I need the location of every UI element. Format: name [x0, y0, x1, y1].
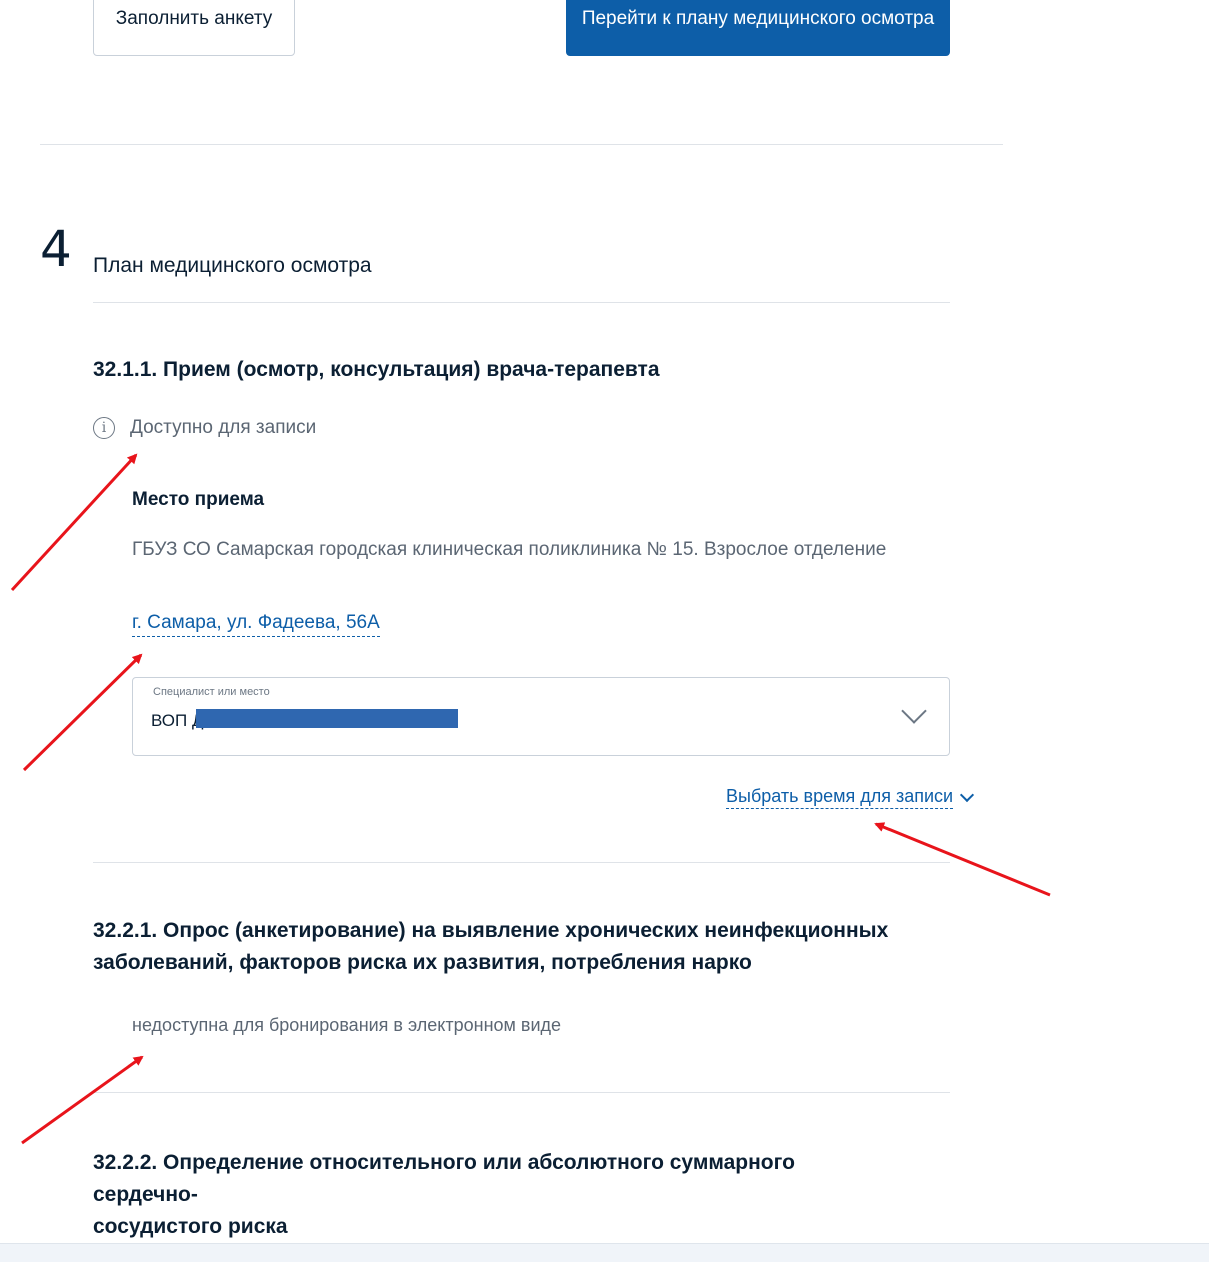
specialist-select-label: Специалист или место: [153, 686, 270, 698]
unavailable-status: недоступна для бронирования в электронно…: [132, 1015, 562, 1035]
fill-form-button-label: Заполнить анкету: [115, 8, 273, 29]
annotation-arrow: [21, 1055, 144, 1145]
choose-time-link[interactable]: Выбрать время для записи: [726, 786, 975, 809]
go-to-plan-button-label: Перейти к плану медицинского осмотра: [581, 8, 935, 29]
info-icon: i: [93, 417, 115, 439]
annotation-arrow: [10, 453, 138, 592]
annotation-arrow: [874, 822, 1051, 897]
bottom-strip: [0, 1243, 1209, 1262]
service-title-line: сосудистого риска: [93, 1215, 288, 1238]
step-title: План медицинского осмотра: [93, 254, 372, 277]
fill-form-button[interactable]: Заполнить анкету: [93, 0, 295, 56]
address-link[interactable]: г. Самара, ул. Фадеева, 56А: [132, 612, 380, 637]
step-divider: [93, 302, 950, 303]
availability-status: i Доступно для записи: [93, 417, 316, 439]
chevron-down-icon[interactable]: [901, 698, 927, 724]
service-title-cardio-risk: 32.2.2. Определение относительного или а…: [93, 1147, 893, 1243]
availability-text: Доступно для записи: [130, 417, 317, 438]
service-title-line: 32.2.1. Опрос (анкетирование) на выявлен…: [93, 919, 889, 942]
service-title-line: 32.2.2. Определение относительного или а…: [93, 1151, 795, 1206]
step-number: 4: [40, 220, 72, 278]
service-title-line: заболеваний, факторов риска их развития,…: [93, 951, 752, 974]
page-card: Заполнить анкету Перейти к плану медицин…: [0, 0, 1209, 1243]
service-title-survey: 32.2.1. Опрос (анкетирование) на выявлен…: [93, 915, 893, 979]
section-divider: [40, 144, 1003, 145]
chevron-down-icon: [960, 787, 975, 802]
service-title-therapist: 32.1.1. Прием (осмотр, консультация) вра…: [93, 358, 660, 381]
redaction-bar: [196, 709, 458, 728]
annotation-arrow: [22, 653, 143, 772]
service-divider: [93, 862, 950, 863]
go-to-plan-button[interactable]: Перейти к плану медицинского осмотра: [566, 0, 950, 56]
choose-time-label: Выбрать время для записи: [726, 786, 954, 809]
specialist-select[interactable]: Специалист или место ВОП Д: [132, 677, 950, 756]
service-divider: [93, 1092, 950, 1093]
place-name: ГБУЗ СО Самарская городская клиническая …: [132, 539, 887, 560]
place-label: Место приема: [132, 489, 265, 510]
